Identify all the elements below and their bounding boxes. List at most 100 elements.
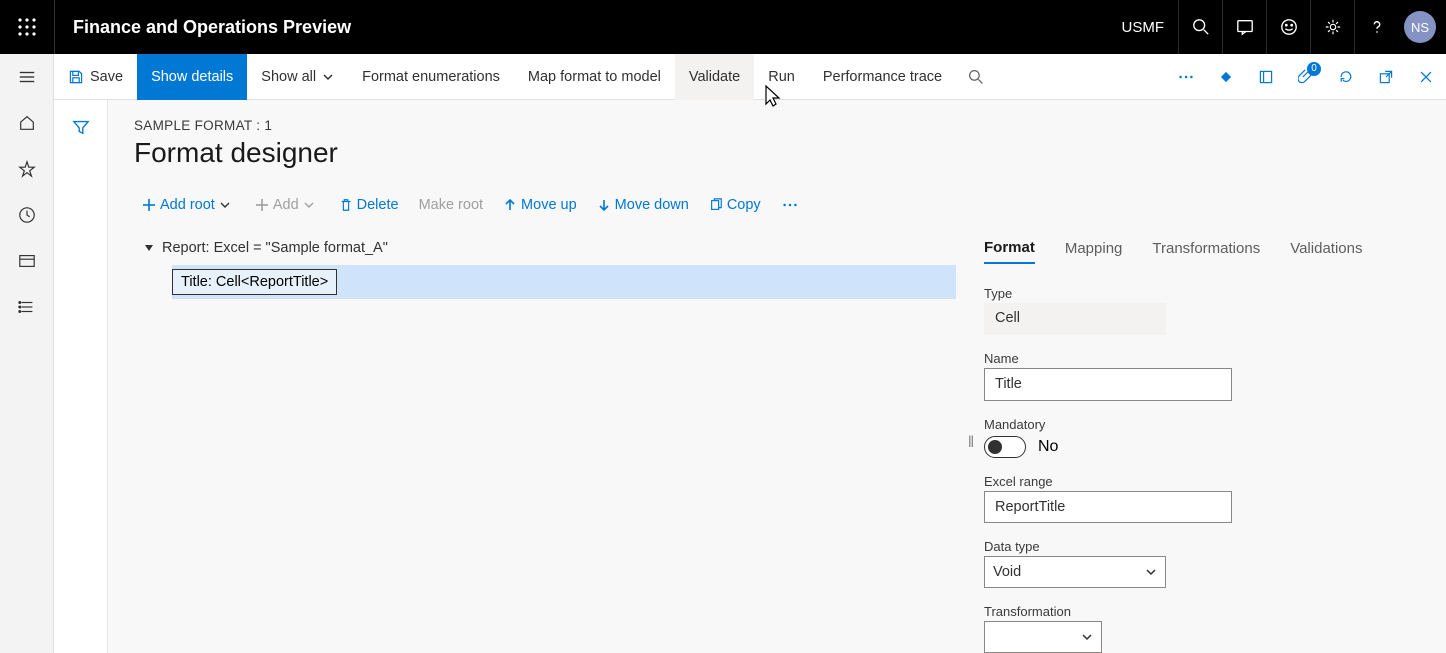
make-root-label: Make root <box>419 197 483 213</box>
transformation-label: Transformation <box>984 604 1420 619</box>
toolbar-overflow-button[interactable] <box>773 190 811 220</box>
add-root-button[interactable]: Add root <box>134 191 243 219</box>
breadcrumb: SAMPLE FORMAT : 1 <box>134 118 1420 133</box>
tree-selected-row[interactable]: Title: Cell<ReportTitle> <box>172 265 956 299</box>
tab-validations[interactable]: Validations <box>1290 240 1362 263</box>
move-up-button[interactable]: Move up <box>495 191 585 219</box>
refresh-icon <box>1338 69 1354 85</box>
close-button[interactable] <box>1406 54 1446 100</box>
search-button[interactable] <box>1178 0 1222 54</box>
tree-root-label: Report: Excel = "Sample format_A" <box>162 240 388 256</box>
clock-icon <box>18 206 36 224</box>
nav-workspaces-button[interactable] <box>0 238 54 284</box>
delete-label: Delete <box>357 197 399 213</box>
chat-icon <box>1236 18 1254 36</box>
excel-range-label: Excel range <box>984 474 1420 489</box>
office-addin-button[interactable] <box>1246 54 1286 100</box>
map-format-button[interactable]: Map format to model <box>514 54 675 100</box>
chevron-down-icon <box>322 71 334 83</box>
chevron-down-icon <box>1081 631 1093 643</box>
popout-button[interactable] <box>1366 54 1406 100</box>
mandatory-toggle[interactable] <box>984 436 1026 458</box>
run-label: Run <box>768 69 795 85</box>
tab-format[interactable]: Format <box>984 239 1035 264</box>
home-icon <box>18 114 36 132</box>
show-all-button[interactable]: Show all <box>247 54 348 100</box>
save-button[interactable]: Save <box>54 54 137 100</box>
format-enumerations-button[interactable]: Format enumerations <box>348 54 514 100</box>
nav-modules-button[interactable] <box>0 284 54 330</box>
name-field[interactable] <box>984 368 1232 400</box>
plus-icon <box>142 198 156 212</box>
star-icon <box>18 160 36 178</box>
tree-caret-icon[interactable] <box>142 243 156 253</box>
validate-button[interactable]: Validate <box>675 54 754 100</box>
filter-icon <box>72 118 90 136</box>
performance-trace-label: Performance trace <box>823 69 942 85</box>
filter-button[interactable] <box>72 118 90 653</box>
show-details-button[interactable]: Show details <box>137 54 247 100</box>
name-label: Name <box>984 351 1420 366</box>
company-label[interactable]: USMF <box>1108 19 1179 36</box>
copy-button[interactable]: Copy <box>701 191 769 219</box>
attachments-button[interactable]: 0 <box>1286 54 1326 100</box>
trash-icon <box>339 198 353 212</box>
data-type-value: Void <box>993 564 1021 580</box>
move-down-label: Move down <box>615 197 689 213</box>
overflow-button[interactable] <box>1166 54 1206 100</box>
run-button[interactable]: Run <box>754 54 809 100</box>
splitter[interactable]: ‖ <box>964 233 978 653</box>
delete-button[interactable]: Delete <box>331 191 407 219</box>
arrow-down-icon <box>597 198 611 212</box>
plus-icon <box>255 198 269 212</box>
nav-hamburger-button[interactable] <box>0 54 54 100</box>
tree-root-row[interactable]: Report: Excel = "Sample format_A" <box>134 233 956 263</box>
nav-recent-button[interactable] <box>0 192 54 238</box>
format-tree[interactable]: Report: Excel = "Sample format_A" Title:… <box>134 233 964 653</box>
type-value: Cell <box>984 303 1166 335</box>
help-button[interactable] <box>1354 0 1398 54</box>
cmd-search-button[interactable] <box>956 54 996 100</box>
add-label: Add <box>273 197 299 213</box>
copy-label: Copy <box>727 197 761 213</box>
help-icon <box>1368 18 1386 36</box>
show-details-label: Show details <box>151 69 233 85</box>
left-rail <box>0 54 54 653</box>
waffle-icon <box>18 18 36 36</box>
smiley-icon <box>1280 18 1298 36</box>
search-icon <box>1192 18 1210 36</box>
nav-home-button[interactable] <box>0 100 54 146</box>
refresh-button[interactable] <box>1326 54 1366 100</box>
data-type-label: Data type <box>984 539 1420 554</box>
tab-transformations[interactable]: Transformations <box>1152 240 1260 263</box>
app-launcher-button[interactable] <box>0 0 54 54</box>
app-title: Finance and Operations Preview <box>54 0 351 54</box>
diamond-icon <box>1217 68 1235 86</box>
add-button: Add <box>247 191 327 219</box>
performance-trace-button[interactable]: Performance trace <box>809 54 956 100</box>
validate-label: Validate <box>689 69 740 85</box>
avatar[interactable]: NS <box>1404 11 1436 43</box>
workspace-icon <box>18 252 36 270</box>
move-up-label: Move up <box>521 197 577 213</box>
feedback-button[interactable] <box>1266 0 1310 54</box>
move-down-button[interactable]: Move down <box>589 191 697 219</box>
settings-button[interactable] <box>1310 0 1354 54</box>
properties-panel: Format Mapping Transformations Validatio… <box>978 233 1420 653</box>
chevron-down-icon <box>219 199 231 211</box>
tab-mapping[interactable]: Mapping <box>1065 240 1123 263</box>
ellipsis-icon <box>781 196 799 214</box>
personalize-button[interactable] <box>1206 54 1246 100</box>
ellipsis-icon <box>1177 68 1195 86</box>
arrow-up-icon <box>503 198 517 212</box>
office-icon <box>1258 69 1274 85</box>
nav-favorites-button[interactable] <box>0 146 54 192</box>
messages-button[interactable] <box>1222 0 1266 54</box>
excel-range-field[interactable] <box>984 491 1232 523</box>
chevron-down-icon <box>1145 566 1157 578</box>
popout-icon <box>1378 69 1394 85</box>
filter-rail <box>54 100 108 653</box>
data-type-select[interactable]: Void <box>984 556 1166 588</box>
designer-toolbar: Add root Add Delete Make root Move up <box>134 187 1420 223</box>
transformation-select[interactable] <box>984 621 1102 653</box>
